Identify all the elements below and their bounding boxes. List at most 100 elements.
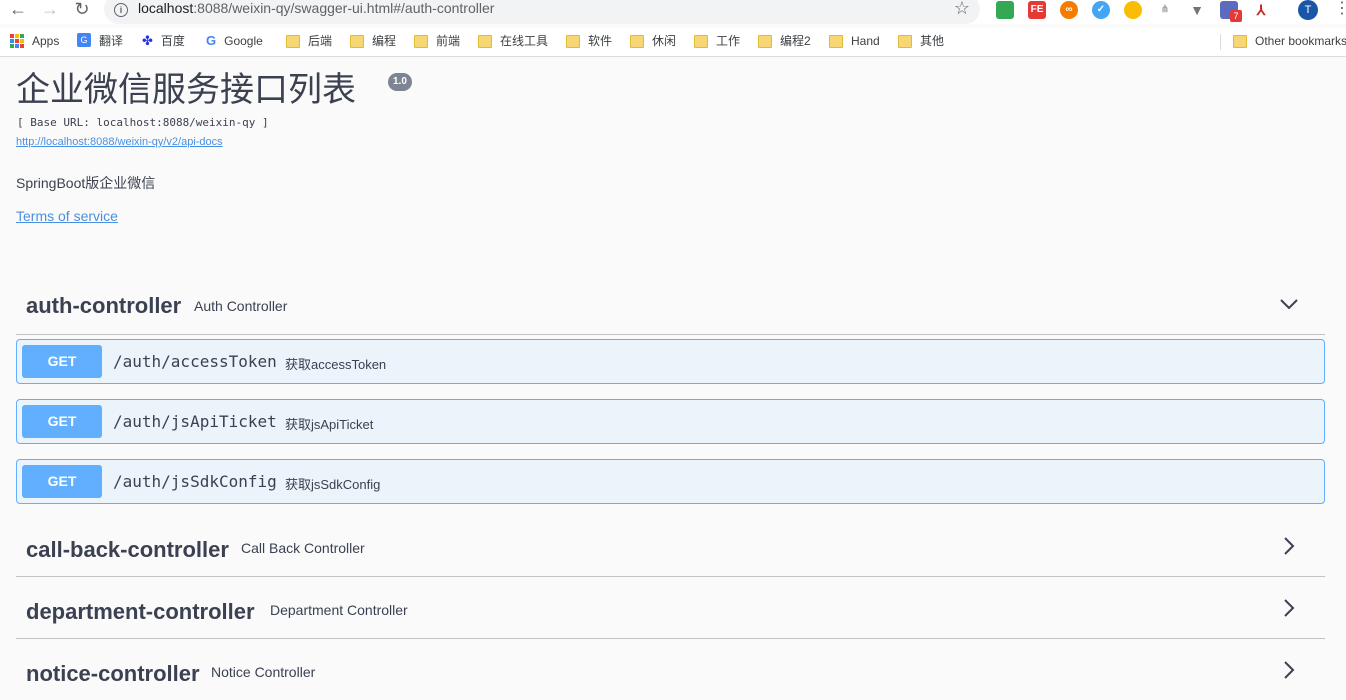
bookmark-folder[interactable]: 前端 bbox=[414, 33, 460, 49]
extension-shield-icon[interactable] bbox=[1124, 1, 1142, 19]
url-path: :8088/weixin-qy/swagger-ui.html#/auth-co… bbox=[193, 0, 495, 16]
bookmark-google[interactable]: G Google bbox=[206, 33, 263, 49]
bookmark-label: 前端 bbox=[436, 34, 461, 48]
extension-pdf-icon[interactable]: ⅄ bbox=[1252, 1, 1270, 19]
tag-description: Call Back Controller bbox=[241, 540, 365, 556]
bookmark-label: 百度 bbox=[160, 34, 185, 48]
method-badge: GET bbox=[22, 405, 102, 438]
operation-summary: 获取jsSdkConfig bbox=[285, 477, 381, 492]
operation-get-access-token[interactable]: GET /auth/accessToken 获取accessToken bbox=[16, 339, 1325, 384]
tag-name: call-back-controller bbox=[26, 537, 229, 562]
profile-avatar[interactable]: T bbox=[1298, 0, 1318, 20]
folder-icon bbox=[286, 35, 300, 48]
bookmark-label: Apps bbox=[32, 34, 60, 48]
folder-icon bbox=[414, 35, 428, 48]
extension-tree-icon[interactable]: ⋔ bbox=[1156, 1, 1174, 19]
terms-of-service-link[interactable]: Terms of service bbox=[16, 208, 118, 224]
bookmark-star-icon[interactable]: ☆ bbox=[954, 0, 970, 19]
bookmark-other[interactable]: Other bookmarks bbox=[1233, 33, 1346, 49]
bookmark-folder[interactable]: 其他 bbox=[898, 33, 944, 49]
api-description: SpringBoot版企业微信 bbox=[16, 175, 156, 191]
bookmark-label: 编程 bbox=[372, 34, 397, 48]
apps-grid-icon bbox=[10, 34, 24, 48]
extension-badge: 7 bbox=[1230, 10, 1242, 22]
bookmark-label: 其他 bbox=[920, 34, 945, 48]
tag-name: department-controller bbox=[26, 599, 255, 624]
bookmark-label: 后端 bbox=[308, 34, 333, 48]
translate-icon: G bbox=[77, 33, 91, 47]
address-url[interactable]: localhost:8088/weixin-qy/swagger-ui.html… bbox=[138, 0, 494, 16]
operation-path: /auth/jsSdkConfig bbox=[113, 472, 277, 491]
tag-description: Auth Controller bbox=[194, 298, 288, 314]
extension-drive-icon[interactable] bbox=[996, 1, 1014, 19]
bookmark-label: 休闲 bbox=[652, 34, 677, 48]
address-bar[interactable]: i localhost:8088/weixin-qy/swagger-ui.ht… bbox=[104, 0, 980, 24]
folder-icon bbox=[758, 35, 772, 48]
extension-check-icon[interactable]: ✓ bbox=[1092, 1, 1110, 19]
browser-toolbar: ← → ↻ i localhost:8088/weixin-qy/swagger… bbox=[0, 0, 1346, 24]
bookmarks-divider bbox=[1220, 34, 1221, 50]
bookmark-folder[interactable]: 休闲 bbox=[630, 33, 676, 49]
bookmark-folder[interactable]: 编程2 bbox=[758, 33, 811, 49]
bookmark-label: Google bbox=[224, 34, 263, 48]
tag-description: Department Controller bbox=[270, 602, 408, 618]
tag-name: notice-controller bbox=[26, 661, 200, 686]
tag-description: Notice Controller bbox=[211, 664, 316, 680]
info-icon[interactable]: i bbox=[114, 3, 128, 17]
tag-header-notice-controller[interactable]: notice-controller Notice Controller bbox=[16, 640, 1325, 700]
chevron-right-icon[interactable] bbox=[1279, 536, 1299, 556]
forward-arrow-icon[interactable]: → bbox=[40, 0, 60, 20]
folder-icon bbox=[350, 35, 364, 48]
operation-summary: 获取jsApiTicket bbox=[285, 417, 374, 432]
folder-icon bbox=[566, 35, 580, 48]
google-icon: G bbox=[206, 33, 217, 48]
extension-infinity-icon[interactable]: ∞ bbox=[1060, 1, 1078, 19]
bookmark-label: 翻译 bbox=[99, 34, 124, 48]
bookmarks-bar: Apps G 翻译 ✤ 百度 G Google 后端 编程 前端 在线工具 软件 休闲… bbox=[0, 28, 1346, 57]
operation-path: /auth/accessToken bbox=[113, 352, 277, 371]
bookmark-folder[interactable]: Hand bbox=[829, 33, 880, 49]
baidu-paw-icon: ✤ bbox=[142, 33, 153, 48]
operation-path: /auth/jsApiTicket bbox=[113, 412, 277, 431]
bookmark-label: 软件 bbox=[588, 34, 613, 48]
operation-summary: 获取accessToken bbox=[285, 357, 387, 372]
folder-icon bbox=[630, 35, 644, 48]
folder-icon bbox=[898, 35, 912, 48]
extension-fe-icon[interactable]: FE bbox=[1028, 1, 1046, 19]
api-docs-link[interactable]: http://localhost:8088/weixin-qy/v2/api-d… bbox=[16, 136, 223, 148]
tag-name: auth-controller bbox=[26, 293, 182, 318]
tag-header-call-back-controller[interactable]: call-back-controller Call Back Controlle… bbox=[16, 516, 1325, 577]
operation-get-js-api-ticket[interactable]: GET /auth/jsApiTicket 获取jsApiTicket bbox=[16, 399, 1325, 444]
page-title: 企业微信服务接口列表 bbox=[16, 70, 356, 110]
bookmark-label: 在线工具 bbox=[500, 34, 549, 48]
bookmark-label: 编程2 bbox=[780, 34, 811, 48]
back-arrow-icon[interactable]: ← bbox=[8, 0, 28, 20]
method-badge: GET bbox=[22, 345, 102, 378]
chevron-right-icon[interactable] bbox=[1279, 598, 1299, 618]
bookmark-label: Hand bbox=[851, 34, 880, 48]
bookmark-label: Other bookmarks bbox=[1255, 34, 1346, 48]
version-badge: 1.0 bbox=[388, 73, 412, 91]
chevron-right-icon[interactable] bbox=[1279, 660, 1299, 680]
base-url: [ Base URL: localhost:8088/weixin-qy ] bbox=[17, 116, 269, 129]
folder-icon bbox=[829, 35, 843, 48]
bookmark-folder[interactable]: 后端 bbox=[286, 33, 332, 49]
operation-get-js-sdk-config[interactable]: GET /auth/jsSdkConfig 获取jsSdkConfig bbox=[16, 459, 1325, 504]
tag-header-department-controller[interactable]: department-controller Department Control… bbox=[16, 578, 1325, 639]
browser-menu-icon[interactable]: ⋮ bbox=[1334, 0, 1346, 18]
folder-icon bbox=[478, 35, 492, 48]
bookmark-baidu[interactable]: ✤ 百度 bbox=[142, 33, 185, 49]
bookmark-folder[interactable]: 编程 bbox=[350, 33, 396, 49]
bookmark-folder[interactable]: 软件 bbox=[566, 33, 612, 49]
url-host: localhost bbox=[138, 0, 194, 16]
bookmark-folder[interactable]: 在线工具 bbox=[478, 33, 548, 49]
method-badge: GET bbox=[22, 465, 102, 498]
reload-icon[interactable]: ↻ bbox=[72, 0, 92, 20]
bookmark-translate[interactable]: G 翻译 bbox=[77, 33, 123, 49]
chevron-down-icon[interactable] bbox=[1279, 294, 1299, 314]
bookmark-folder[interactable]: 工作 bbox=[694, 33, 740, 49]
extension-vue-icon[interactable]: ▼ bbox=[1188, 1, 1206, 19]
folder-icon bbox=[694, 35, 708, 48]
tag-header-auth-controller[interactable]: auth-controller Auth Controller bbox=[16, 274, 1325, 335]
bookmark-apps[interactable]: Apps bbox=[10, 33, 59, 49]
